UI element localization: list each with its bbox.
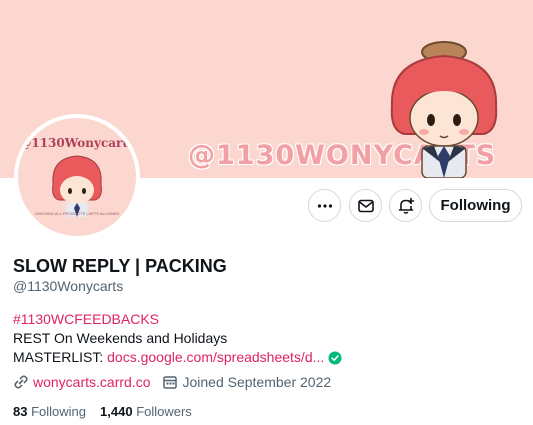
profile-handle: @1130Wonycarts — [13, 278, 124, 294]
notifications-button[interactable] — [389, 189, 422, 222]
verified-check-icon — [328, 351, 342, 364]
bell-plus-icon — [398, 197, 414, 214]
followers-count: 1,440 — [100, 404, 133, 419]
following-label: Following — [31, 404, 87, 419]
profile-avatar[interactable]: @1130Wonycarts ONGOING ALL PRODUCTS | AR… — [14, 114, 140, 240]
following-button[interactable]: Following — [429, 189, 522, 222]
profile-stats: 83 Following 1,440 Followers — [13, 404, 206, 419]
calendar-icon — [163, 376, 178, 389]
bio-hashtag-link[interactable]: #1130WCFEEDBACKS — [13, 310, 159, 329]
website-link[interactable]: wonycarts.carrd.co — [33, 374, 150, 390]
avatar-caption: ONGOING ALL PRODUCTS | ARTS ALLOWED — [34, 211, 120, 216]
more-icon — [317, 203, 332, 208]
profile-bio: #1130WCFEEDBACKS REST On Weekends and Ho… — [13, 310, 342, 367]
followers-label: Followers — [136, 404, 192, 419]
message-button[interactable] — [349, 189, 382, 222]
link-icon — [14, 375, 28, 389]
profile-name: SLOW REPLY | PACKING — [13, 256, 227, 276]
bio-text: REST On Weekends and Holidays — [13, 330, 228, 346]
mail-icon — [357, 199, 374, 212]
bio-masterlist-link[interactable]: docs.google.com/spreadsheets/d... — [107, 348, 324, 367]
bio-masterlist-label: MASTERLIST: — [13, 349, 108, 365]
following-count: 83 — [13, 404, 28, 419]
joined-date: Joined September 2022 — [182, 374, 332, 390]
followers-stat[interactable]: 1,440 Followers — [100, 404, 192, 419]
more-button[interactable] — [308, 189, 341, 222]
banner-character-illustration — [390, 41, 498, 178]
following-stat[interactable]: 83 Following — [13, 404, 86, 419]
profile-meta: wonycarts.carrd.co Joined September 2022 — [13, 374, 343, 390]
avatar-character-illustration — [52, 155, 102, 217]
